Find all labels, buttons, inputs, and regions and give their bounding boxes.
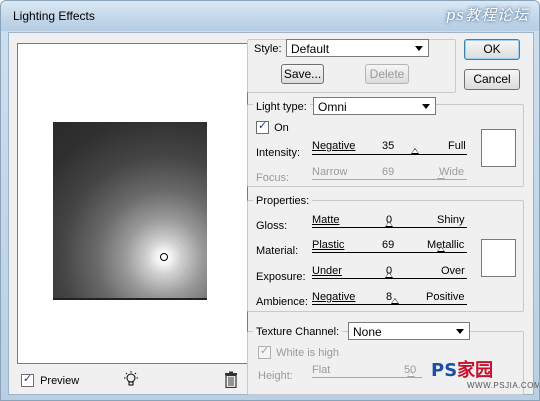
light-color-swatch[interactable] [481, 129, 516, 167]
exposure-min-label: Under [312, 265, 342, 277]
material-max-label: Metallic [427, 239, 465, 251]
intensity-max-label: Full [448, 140, 466, 152]
dialog-body: Preview Style: Default Save... Delet [8, 32, 539, 395]
psjia-watermark-logo: PS家园 [431, 356, 493, 382]
save-button[interactable]: Save... [281, 64, 324, 84]
exposure-slider-track[interactable] [312, 278, 467, 279]
ambience-min-label: Negative [312, 291, 356, 303]
chevron-down-icon [456, 329, 464, 334]
delete-button[interactable]: Delete [365, 64, 409, 84]
light-center-handle[interactable] [160, 253, 168, 261]
gloss-max-label: Shiny [437, 214, 465, 226]
light-type-label: Light type: [253, 101, 310, 113]
lighting-effects-dialog: Lighting Effects ps教程论坛 Preview [0, 0, 540, 401]
light-on-checkbox[interactable] [256, 119, 269, 134]
texture-channel-label: Texture Channel: [253, 326, 343, 338]
intensity-slider-track[interactable] [312, 154, 467, 155]
watermark-cn: 家园 [457, 360, 494, 381]
light-bulb-icon[interactable] [122, 370, 140, 388]
preview-option[interactable]: Preview [21, 372, 80, 387]
focus-slider-track[interactable] [312, 179, 467, 180]
focus-label: Focus: [256, 172, 290, 184]
site-watermark-logo: ps教程论坛 [445, 6, 529, 24]
white-is-high-option[interactable]: White is high [258, 344, 340, 359]
ok-button[interactable]: OK [464, 39, 520, 60]
intensity-label: Intensity: [256, 147, 301, 159]
focus-slider-thumb[interactable] [437, 173, 445, 179]
material-value[interactable]: 69 [382, 239, 394, 251]
height-min-label: Flat [312, 364, 331, 376]
properties-label: Properties: [253, 195, 313, 207]
ambience-slider-thumb[interactable] [391, 298, 399, 304]
height-slider-track[interactable] [312, 377, 422, 378]
focus-value[interactable]: 69 [382, 166, 394, 178]
texture-channel-select[interactable]: None [348, 322, 470, 340]
light-type-select[interactable]: Omni [313, 97, 436, 115]
intensity-min-label: Negative [312, 140, 356, 152]
ambience-label: Ambience: [256, 296, 308, 308]
preview-panel[interactable] [17, 43, 248, 364]
material-min-label: Plastic [312, 239, 345, 251]
white-is-high-label: White is high [276, 346, 340, 359]
light-on-option[interactable]: On [256, 119, 289, 134]
preview-checkbox[interactable] [21, 372, 34, 387]
preview-label: Preview [40, 374, 80, 387]
height-slider-thumb[interactable] [407, 371, 415, 377]
exposure-slider-thumb[interactable] [385, 272, 393, 278]
gloss-label: Gloss: [256, 220, 288, 232]
style-select[interactable]: Default [286, 39, 429, 57]
light-on-label: On [274, 121, 289, 134]
gloss-slider-track[interactable] [312, 227, 467, 228]
material-label: Material: [256, 245, 299, 257]
psjia-watermark-url: WWW.PSJIA.COM [467, 381, 540, 390]
ambience-slider-track[interactable] [312, 304, 467, 305]
chevron-down-icon [422, 104, 430, 109]
ambience-max-label: Positive [426, 291, 465, 303]
intensity-slider-thumb[interactable] [411, 148, 419, 154]
ambient-color-swatch[interactable] [481, 239, 516, 277]
watermark-ps: PS [431, 360, 458, 381]
white-is-high-checkbox[interactable] [258, 344, 271, 359]
intensity-value[interactable]: 35 [382, 140, 394, 152]
focus-min-label: Narrow [312, 166, 348, 178]
chevron-down-icon [415, 46, 423, 51]
exposure-max-label: Over [441, 265, 465, 277]
style-label: Style: [254, 43, 282, 55]
preview-canvas[interactable] [53, 122, 207, 300]
title-bar: Lighting Effects ps教程论坛 [1, 1, 539, 31]
style-select-value: Default [291, 42, 330, 56]
cancel-button[interactable]: Cancel [464, 69, 520, 90]
height-label: Height: [258, 370, 293, 382]
trash-icon[interactable] [224, 371, 238, 388]
window-title: Lighting Effects [13, 9, 95, 23]
gloss-min-label: Matte [312, 214, 340, 226]
exposure-label: Exposure: [256, 271, 306, 283]
material-slider-track[interactable] [312, 252, 467, 253]
gloss-slider-thumb[interactable] [385, 221, 393, 227]
material-slider-thumb[interactable] [437, 246, 445, 252]
light-type-value: Omni [318, 100, 347, 114]
texture-channel-value: None [353, 325, 382, 339]
